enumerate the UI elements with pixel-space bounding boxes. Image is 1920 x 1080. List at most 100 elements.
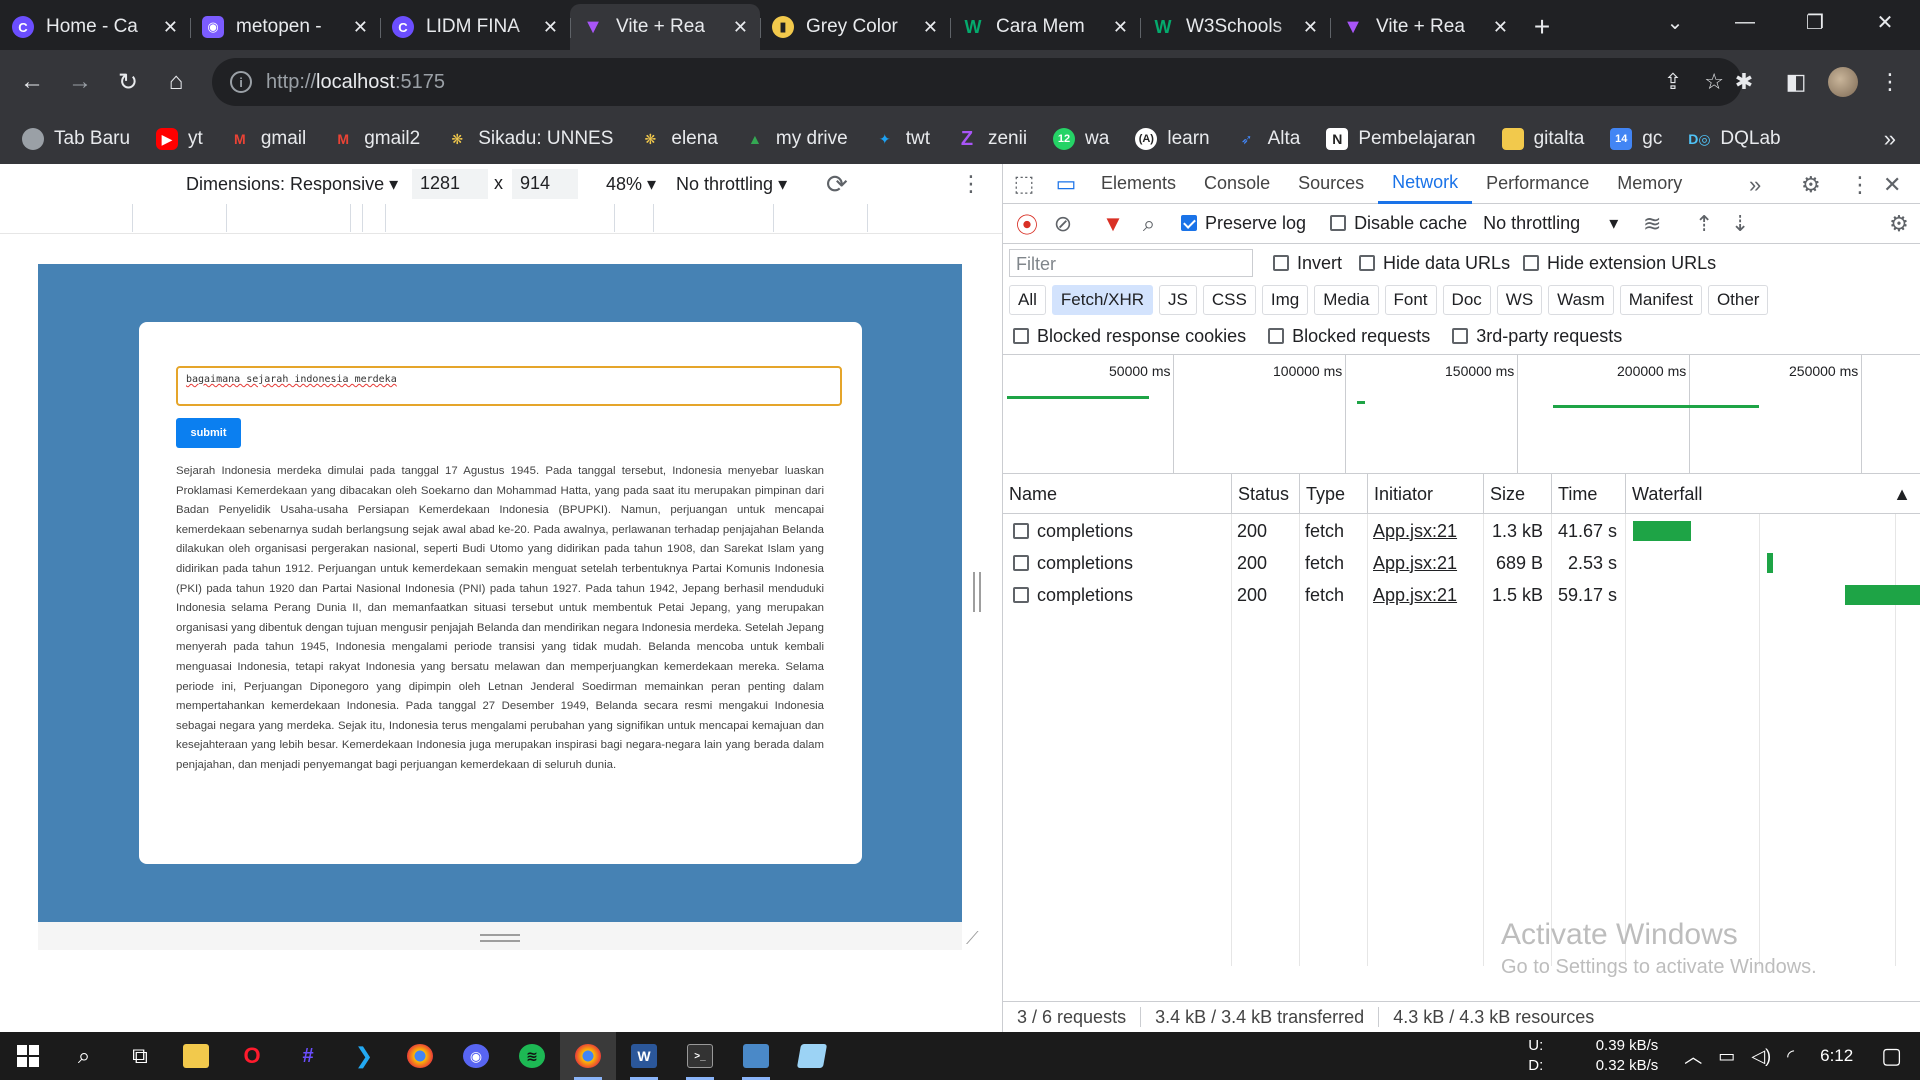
tab-network[interactable]: Network [1378, 164, 1473, 204]
disable-cache-checkbox[interactable]: Disable cache [1330, 213, 1467, 234]
side-panel-icon[interactable]: ◧ [1776, 58, 1816, 106]
wifi-icon[interactable]: ◜ [1787, 1046, 1794, 1067]
reload-icon[interactable]: ↻ [104, 58, 152, 106]
type-filter-ws[interactable]: WS [1496, 285, 1543, 315]
notepad-icon[interactable] [784, 1032, 840, 1080]
start-icon[interactable] [0, 1032, 56, 1080]
close-icon[interactable]: ✕ [163, 17, 178, 38]
close-icon[interactable]: ✕ [923, 17, 938, 38]
bookmark-item[interactable]: ▶ yt [156, 128, 203, 150]
request-initiator-link[interactable]: App.jsx:21 [1373, 585, 1457, 606]
preserve-log-checkbox[interactable]: Preserve log [1181, 213, 1306, 234]
hide-extension-urls-checkbox[interactable]: Hide extension URLs [1523, 253, 1716, 274]
bookmark-item[interactable]: ❋ elena [639, 128, 718, 150]
home-icon[interactable]: ⌂ [152, 58, 200, 106]
media-query-range[interactable] [362, 204, 386, 232]
bookmark-item[interactable]: 14 gc [1610, 128, 1662, 150]
back-icon[interactable]: ← [8, 58, 56, 106]
search-icon[interactable]: ⌕ [56, 1032, 112, 1080]
opera-icon[interactable]: O [224, 1032, 280, 1080]
bookmark-item[interactable]: gitalta [1501, 128, 1584, 150]
task-view-icon[interactable]: ⧉ [112, 1032, 168, 1080]
bookmark-item[interactable]: ➶ Alta [1236, 128, 1301, 150]
dimensions-select[interactable]: Dimensions: Responsive ▾ [186, 174, 398, 195]
submit-button[interactable]: submit [176, 418, 241, 448]
terminal-icon[interactable]: >_ [672, 1032, 728, 1080]
record-stop-icon[interactable]: ⦿ [1009, 208, 1045, 240]
inspect-element-icon[interactable]: ⬚ [1003, 171, 1045, 197]
column-time[interactable]: Time [1551, 474, 1625, 514]
close-icon[interactable]: ✕ [733, 17, 748, 38]
third-party-checkbox[interactable]: 3rd-party requests [1452, 326, 1622, 347]
chrome-icon[interactable] [392, 1032, 448, 1080]
visual-studio-icon[interactable]: # [280, 1032, 336, 1080]
bookmark-item[interactable]: Mgmail [229, 128, 306, 150]
bookmarks-overflow-icon[interactable]: » [1884, 126, 1896, 152]
network-settings-icon[interactable]: ⚙ [1881, 211, 1917, 237]
browser-tab[interactable]: C Home - Ca ✕ [0, 4, 190, 50]
close-icon[interactable]: ✕ [353, 17, 368, 38]
column-size[interactable]: Size [1483, 474, 1551, 514]
media-query-range[interactable] [614, 204, 654, 232]
clock[interactable]: 6:12 [1820, 1046, 1853, 1066]
discord-icon[interactable]: ◉ [448, 1032, 504, 1080]
type-filter-media[interactable]: Media [1314, 285, 1379, 315]
type-filter-fetch-xhr[interactable]: Fetch/XHR [1051, 285, 1154, 315]
extensions-icon[interactable]: ✱ [1724, 58, 1764, 106]
browser-tab[interactable]: C LIDM FINA ✕ [380, 4, 570, 50]
network-conditions-icon[interactable]: ≋ [1634, 211, 1670, 237]
clear-icon[interactable]: ⊘ [1045, 211, 1081, 237]
chevron-up-icon[interactable]: ︿ [1684, 1043, 1702, 1069]
import-har-icon[interactable]: ⇡ [1686, 211, 1722, 237]
type-filter-manifest[interactable]: Manifest [1619, 285, 1702, 315]
close-window-icon[interactable]: ✕ [1850, 0, 1920, 44]
file-explorer-icon[interactable] [168, 1032, 224, 1080]
browser-tab[interactable]: ▼ Vite + Rea ✕ [1330, 4, 1520, 50]
tab-console[interactable]: Console [1190, 164, 1284, 204]
network-overview[interactable]: 50000 ms 100000 ms 150000 ms 200000 ms 2… [1003, 354, 1920, 475]
browser-tab[interactable]: ◉ metopen - ✕ [190, 4, 380, 50]
type-filter-js[interactable]: JS [1159, 285, 1197, 315]
address-bar[interactable]: i http://localhost:5175 ⇪ ☆ [212, 58, 1742, 106]
bookmark-star-icon[interactable]: ☆ [1704, 69, 1724, 95]
viewport-width-input[interactable]: 1281 [412, 169, 488, 199]
export-har-icon[interactable]: ⇣ [1722, 211, 1758, 237]
corner-resize-icon[interactable]: ⟋ [966, 928, 986, 948]
type-filter-all[interactable]: All [1009, 285, 1046, 315]
bookmark-item[interactable]: (A) learn [1135, 128, 1210, 150]
close-icon[interactable]: ✕ [1113, 17, 1128, 38]
close-icon[interactable]: ✕ [1303, 17, 1318, 38]
filter-input[interactable]: Filter [1009, 249, 1253, 277]
new-tab-button[interactable]: + [1520, 4, 1564, 50]
rotate-icon[interactable]: ⟳ [826, 169, 848, 200]
bookmark-item[interactable]: Tab Baru [22, 128, 130, 150]
tab-search-icon[interactable]: ⌄ [1640, 0, 1710, 44]
blocked-requests-checkbox[interactable]: Blocked requests [1268, 326, 1430, 347]
viewport-height-input[interactable]: 914 [512, 169, 578, 199]
bookmark-item[interactable]: D◎ DQLab [1688, 128, 1780, 150]
table-row[interactable]: completions 200 fetch App.jsx:21 1.3 kB … [1003, 515, 1920, 547]
request-initiator-link[interactable]: App.jsx:21 [1373, 521, 1457, 542]
spotify-icon[interactable]: ≋ [504, 1032, 560, 1080]
type-filter-img[interactable]: Img [1261, 285, 1309, 315]
browser-tab[interactable]: W W3Schools ✕ [1140, 4, 1330, 50]
bookmark-item[interactable]: N Pembelajaran [1326, 128, 1476, 150]
battery-icon[interactable]: ▭ [1718, 1046, 1735, 1067]
bookmark-item[interactable]: ❋ Sikadu: UNNES [446, 128, 613, 150]
column-status[interactable]: Status [1231, 474, 1299, 514]
search-icon[interactable]: ⌕ [1131, 211, 1167, 237]
vscode-icon[interactable]: ❯ [336, 1032, 392, 1080]
table-row[interactable]: completions 200 fetch App.jsx:21 1.5 kB … [1003, 579, 1920, 611]
restore-icon[interactable]: ❐ [1780, 0, 1850, 44]
close-icon[interactable]: ✕ [543, 17, 558, 38]
bookmark-item[interactable]: Mgmail2 [332, 128, 420, 150]
word-icon[interactable]: W [616, 1032, 672, 1080]
filter-icon[interactable]: ▼ [1095, 211, 1131, 237]
type-filter-font[interactable]: Font [1384, 285, 1437, 315]
network-throttling-select[interactable]: No throttling ▾ [1483, 213, 1618, 234]
share-icon[interactable]: ⇪ [1664, 69, 1682, 95]
close-icon[interactable]: ✕ [1493, 17, 1508, 38]
table-row[interactable]: completions 200 fetch App.jsx:21 689 B 2… [1003, 547, 1920, 579]
forward-icon[interactable]: → [56, 58, 104, 106]
height-resize-handle[interactable] [480, 934, 520, 942]
